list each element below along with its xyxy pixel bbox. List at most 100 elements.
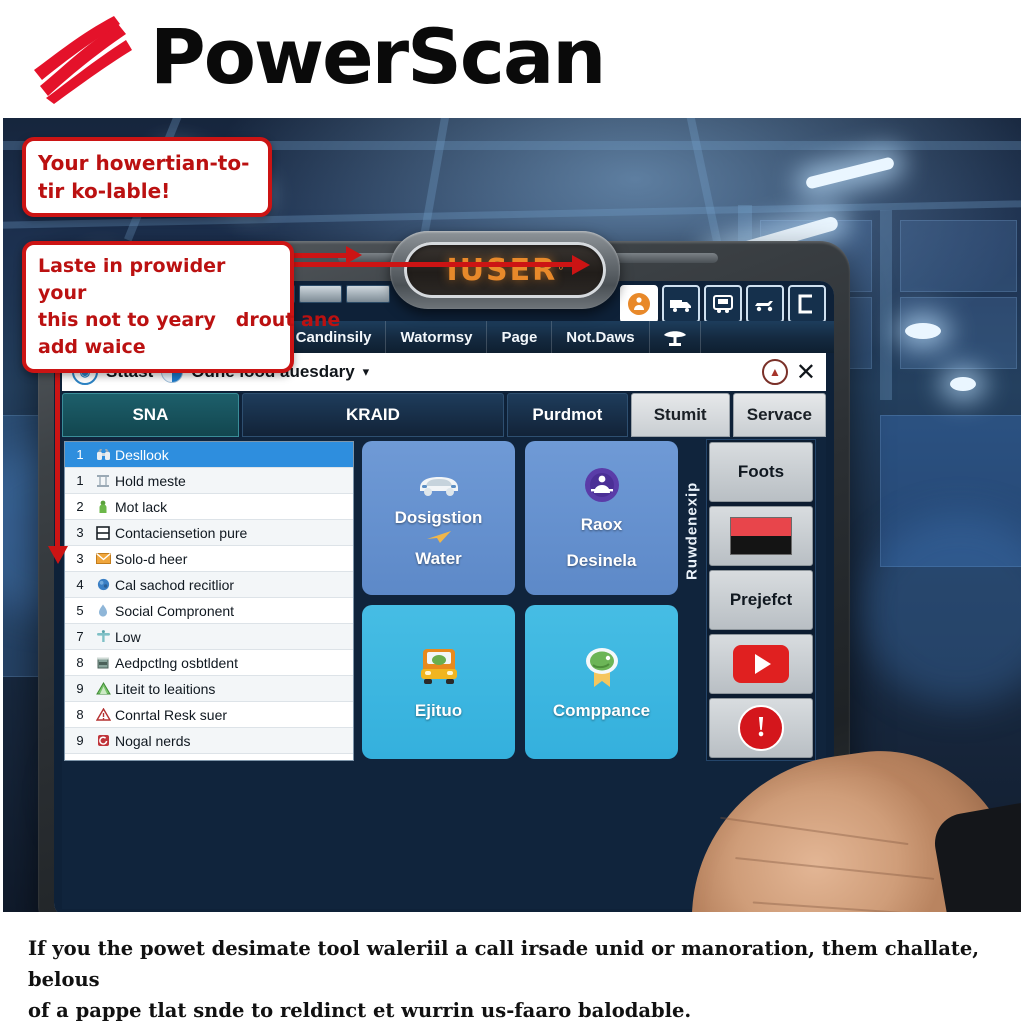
flag-button[interactable] [709,506,813,566]
list-item[interactable]: 9 Nogal nerds [65,728,353,754]
list-item-label: Solo-d heer [115,550,188,567]
callout-2: Laste in prowider your this not to yeary… [22,241,341,373]
tab-bar[interactable]: SNA KRAID Purdmot Stumit Servace [62,393,826,437]
alert-button[interactable]: ! [709,698,813,758]
callout-2-arrow-head [346,246,362,264]
action-button-column[interactable]: Foots Prejefct ! [706,439,816,761]
list-item-number: 2 [76,499,84,514]
tab-stumit[interactable]: Stumit [630,393,730,437]
list-item-label: Low [115,628,141,645]
orange-van-icon [413,643,465,699]
tab-sna[interactable]: SNA [62,393,239,437]
ceiling-pillar [880,210,892,400]
tile-dosigstion[interactable]: Dosigstion Water [362,441,515,595]
play-button[interactable] [709,634,813,694]
antenna-icon [91,630,115,643]
list-item-number: 7 [76,629,84,644]
quick-access-toolbar[interactable] [620,285,826,323]
list-item[interactable]: 5 Social Compronent [65,598,353,624]
ceiling-light [804,156,896,190]
quick-van-icon[interactable] [704,285,742,323]
list-item-label: Conrtal Resk suer [115,706,228,723]
list-item-label: Social Compronent [115,602,235,619]
list-item[interactable]: 8 Aedpctlng osbtldent [65,650,353,676]
quick-user-orange-icon[interactable] [620,285,658,323]
list-item[interactable]: 1 Hold meste [65,468,353,494]
close-icon[interactable]: ✕ [796,358,816,387]
list-item[interactable]: 3 Contaciensetion pure [65,520,353,546]
tab-servace[interactable]: Servace [732,393,826,437]
shield-red-icon [91,734,115,747]
chevron-down-icon[interactable]: ▾ [363,364,370,380]
white-car-icon [416,468,462,506]
window-pane [900,220,1017,292]
callout-1-line-1: Your howertian-to- [38,151,250,175]
caption-line-2: of a pappe tlat snde to reldinct et wurr… [28,999,692,1022]
play-button-icon [733,645,789,683]
list-item-number: 4 [76,577,84,592]
caption-line-1: If you the powet desimate tool waleriil … [28,937,980,991]
menu-item-notdaws[interactable]: Not.Daws [552,321,650,353]
list-item[interactable]: 1 Desllook [65,442,353,468]
quick-truck-icon[interactable] [662,285,700,323]
list-item-label: Aedpctlng osbtldent [115,654,238,671]
caption: If you the powet desimate tool waleriil … [0,915,1024,1024]
red-black-flag-icon [730,517,792,555]
list-item[interactable]: 9 Liteit to leaitions [65,676,353,702]
ceiling-beam [684,115,724,255]
tablet-screen-bezel: Talok Sonrity Homed Candinsily Watormsy … [54,281,834,915]
tile-title: Raox [580,515,623,534]
warning-triangle-icon [91,708,115,721]
function-list[interactable]: 1 Desllook 1 Hold meste 2 Mot lack 3 Con… [64,441,354,761]
function-tiles[interactable]: Dosigstion Water Raox Desinela Ejituo Co… [362,441,678,759]
tile-ejituo[interactable]: Ejituo [362,605,515,759]
satellite-dish-icon[interactable] [650,321,701,353]
list-item-label: Hold meste [115,472,186,489]
pillar-icon [91,474,115,487]
envelope-icon [91,553,115,564]
list-item-number: 1 [76,473,84,488]
callout-2-line-2: this not to yeary drout ane [38,309,341,331]
prejefct-label: Prejefct [729,590,793,610]
stamp-icon[interactable]: ▲ [761,359,788,385]
quick-bracket-icon[interactable] [788,285,826,323]
list-item-label: Cal sachod recitlior [115,576,235,593]
list-item-number: 8 [76,655,84,670]
callout-1: Your howertian-to- tir ko-lable! [22,137,272,217]
foots-button[interactable]: Foots [709,442,813,502]
menu-item-page[interactable]: Page [487,321,553,353]
callout-2-line-3: add waice [38,336,146,358]
brand-header: PowerScan [0,0,1024,115]
list-item[interactable]: 8 Conrtal Resk suer [65,702,353,728]
list-item[interactable]: 3 Solo-d heer [65,546,353,572]
menu-item-watormsy[interactable]: Watormsy [386,321,488,353]
tablet-screen[interactable]: Talok Sonrity Homed Candinsily Watormsy … [54,281,834,915]
tile-subtitle: Desinela [566,551,637,570]
list-item[interactable]: 4 Cal sachod recitlior [65,572,353,598]
globe-blue-icon [91,578,115,591]
tile-comppance[interactable]: Comppance [525,605,678,759]
ceiling-light [905,323,941,339]
tab-purdmot[interactable]: Purdmot [507,393,628,437]
prejefct-button[interactable]: Prejefct [709,570,813,630]
list-item-number: 1 [76,447,84,462]
tile-title: Comppance [552,701,651,720]
list-item-label: Desllook [115,446,169,463]
tent-green-icon [91,682,115,695]
list-item-label: Nogal nerds [115,732,191,749]
list-item-number: 3 [76,525,84,540]
droplet-icon [91,604,115,618]
micro-toolbar-icon[interactable] [298,285,343,303]
list-item[interactable]: 2 Mot lack [65,494,353,520]
callout-2-arrow-line [290,253,350,258]
tab-kraid[interactable]: KRAID [241,393,505,437]
list-item[interactable]: 7 Low [65,624,353,650]
list-item-label: Contaciensetion pure [115,524,248,541]
person-green-icon [91,500,115,514]
bucket-icon [91,656,115,669]
micro-toolbar-icon[interactable] [346,285,391,303]
list-item-number: 9 [76,733,84,748]
quick-car-icon[interactable] [746,285,784,323]
tile-raox[interactable]: Raox Desinela [525,441,678,595]
list-item-number: 5 [76,603,84,618]
